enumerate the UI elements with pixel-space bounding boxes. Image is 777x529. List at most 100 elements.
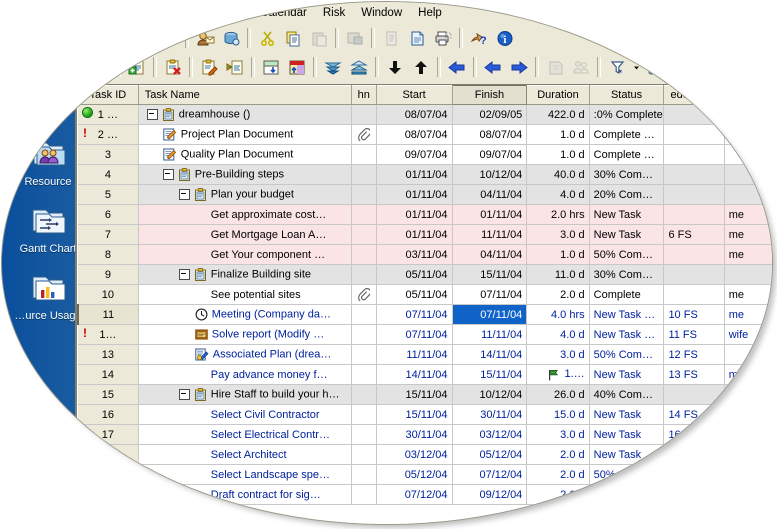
start-date-cell[interactable]: 05/11/04 (376, 265, 452, 285)
expander-toggle[interactable] (179, 189, 190, 200)
resources-cell[interactable]: me (724, 285, 772, 305)
status-cell[interactable]: 30% Com… (589, 265, 664, 285)
task-name-cell[interactable]: Select Architect (138, 445, 351, 465)
attachment-cell[interactable] (351, 185, 376, 205)
attachment-cell[interactable] (351, 345, 376, 365)
back-icon[interactable] (481, 56, 505, 79)
resources-cell[interactable] (724, 105, 772, 125)
task-id-cell[interactable]: 17 (78, 425, 138, 445)
finish-date-cell[interactable]: 04/11/04 (452, 185, 527, 205)
task-name-cell[interactable]: Associated Plan (drea… (138, 345, 351, 365)
finish-date-cell[interactable]: 07/11/04 (452, 285, 527, 305)
status-cell[interactable]: 40% Com… (589, 385, 664, 405)
table-row[interactable]: Draft contract for sig…07/12/0409/12/042… (78, 485, 772, 505)
menu-options[interactable]: …ptions (194, 5, 252, 21)
status-cell[interactable]: New Task (589, 405, 664, 425)
start-date-cell[interactable]: 08/07/04 (376, 105, 452, 125)
task-name-cell[interactable]: Finalize Building site (138, 265, 351, 285)
attachment-cell[interactable] (351, 445, 376, 465)
duration-cell[interactable]: 2.0 d (527, 465, 589, 485)
predecessors-cell[interactable] (664, 105, 724, 125)
table-row[interactable]: 5Plan your budget01/11/0404/11/044.0 d20… (78, 185, 772, 205)
task-name-cell[interactable]: Get Mortgage Loan A… (138, 225, 351, 245)
attachment-cell[interactable] (351, 105, 376, 125)
task-id-cell[interactable]: 11 (78, 305, 138, 325)
insert-col-icon[interactable] (285, 56, 309, 79)
predecessors-cell[interactable] (664, 245, 724, 265)
status-cell[interactable]: Complete (589, 285, 664, 305)
status-cell[interactable]: 50% Com (589, 465, 664, 485)
task-id-cell[interactable]: 7 (78, 225, 138, 245)
predecessors-cell[interactable]: 14 FS (664, 405, 724, 425)
delete-task-icon[interactable] (161, 56, 185, 79)
task-id-cell[interactable]: 4 (78, 165, 138, 185)
task-name-cell[interactable]: Draft contract for sig… (138, 485, 351, 505)
table-row[interactable]: 6Get approximate cost…01/11/0401/11/042.… (78, 205, 772, 225)
table-row[interactable]: Select Landscape spe…05/12/0407/12/042.0… (78, 465, 772, 485)
start-date-cell[interactable]: 08/07/04 (376, 125, 452, 145)
attachment-cell[interactable] (351, 225, 376, 245)
expander-toggle[interactable] (179, 269, 190, 280)
start-date-cell[interactable]: 07/11/04 (376, 305, 452, 325)
task-id-cell[interactable]: 13 (78, 345, 138, 365)
menu-window[interactable]: Window (353, 5, 410, 21)
attachment-cell[interactable] (351, 245, 376, 265)
insert-row-icon[interactable] (259, 56, 283, 79)
task-name-cell[interactable]: dreamhouse () (138, 105, 351, 125)
col-header-duration[interactable]: Duration (527, 86, 589, 105)
note-icon[interactable] (543, 56, 567, 79)
table-row[interactable]: 9Finalize Building site05/11/0415/11/041… (78, 265, 772, 285)
attachment-cell[interactable] (351, 465, 376, 485)
about-icon[interactable]: i (493, 27, 517, 50)
resources-cell[interactable]: me (724, 305, 772, 325)
table-row[interactable]: !1…Solve report (Modify …07/11/0411/11/0… (78, 325, 772, 345)
task-id-cell[interactable]: 10 (78, 285, 138, 305)
start-date-cell[interactable]: 01/11/04 (376, 165, 452, 185)
finish-date-cell[interactable]: 04/11/04 (452, 245, 527, 265)
finish-date-cell[interactable]: 01/11/04 (452, 205, 527, 225)
start-date-cell[interactable]: 07/12/04 (376, 485, 452, 505)
cut-icon[interactable] (255, 27, 279, 50)
attachment-cell[interactable] (351, 285, 376, 305)
task-name-cell[interactable]: Get approximate cost… (138, 205, 351, 225)
resources-cell[interactable] (724, 345, 772, 365)
finish-date-cell[interactable]: 11/11/04 (452, 325, 527, 345)
resources-cell[interactable]: me (724, 405, 772, 425)
expander-toggle[interactable] (163, 169, 174, 180)
predecessors-cell[interactable]: 12 FS (664, 345, 724, 365)
predecessors-cell[interactable]: 16 FS (664, 425, 724, 445)
attachment-cell[interactable] (351, 385, 376, 405)
resources-cell[interactable] (724, 125, 772, 145)
status-cell[interactable]: 20% Com… (589, 185, 664, 205)
start-date-cell[interactable]: 15/11/04 (376, 385, 452, 405)
status-cell[interactable]: New Task … (589, 325, 664, 345)
predecessors-cell[interactable] (664, 165, 724, 185)
predecessors-cell[interactable]: 6 FS (664, 225, 724, 245)
open-project-icon[interactable] (95, 27, 119, 50)
predecessors-cell[interactable] (664, 185, 724, 205)
task-name-cell[interactable]: Get Your component … (138, 245, 351, 265)
status-cell[interactable]: :0% Complete (589, 105, 664, 125)
finish-date-cell[interactable]: 15/11/04 (452, 365, 527, 385)
status-cell[interactable]: New Task (589, 225, 664, 245)
attachment-cell[interactable] (351, 305, 376, 325)
table-row[interactable]: 17Select Electrical Contr…30/11/0403/12/… (78, 425, 772, 445)
resources-cell[interactable]: me (724, 365, 772, 385)
duration-cell[interactable]: 1.… (527, 365, 589, 385)
paste-icon[interactable] (307, 27, 331, 50)
duration-cell[interactable]: 422.0 d (527, 105, 589, 125)
task-name-cell[interactable]: Solve report (Modify … (138, 325, 351, 345)
print-icon[interactable] (431, 27, 455, 50)
task-id-cell[interactable] (78, 465, 138, 485)
attachment-cell[interactable] (351, 125, 376, 145)
attachment-cell[interactable] (351, 325, 376, 345)
status-cell[interactable]: Complete … (589, 145, 664, 165)
table-row[interactable]: 13Associated Plan (drea…11/11/0414/11/04… (78, 345, 772, 365)
refresh-icon[interactable] (131, 27, 155, 50)
task-name-cell[interactable]: Select Civil Contractor (138, 405, 351, 425)
duration-cell[interactable]: 1.0 d (527, 245, 589, 265)
table-row[interactable]: 18Select Architect03/12/0405/12/042.0 dN… (78, 445, 772, 465)
col-header-start[interactable]: Start (376, 86, 452, 105)
duration-cell[interactable]: 3.0 d (527, 345, 589, 365)
predecessors-cell[interactable]: 11 FS (664, 325, 724, 345)
